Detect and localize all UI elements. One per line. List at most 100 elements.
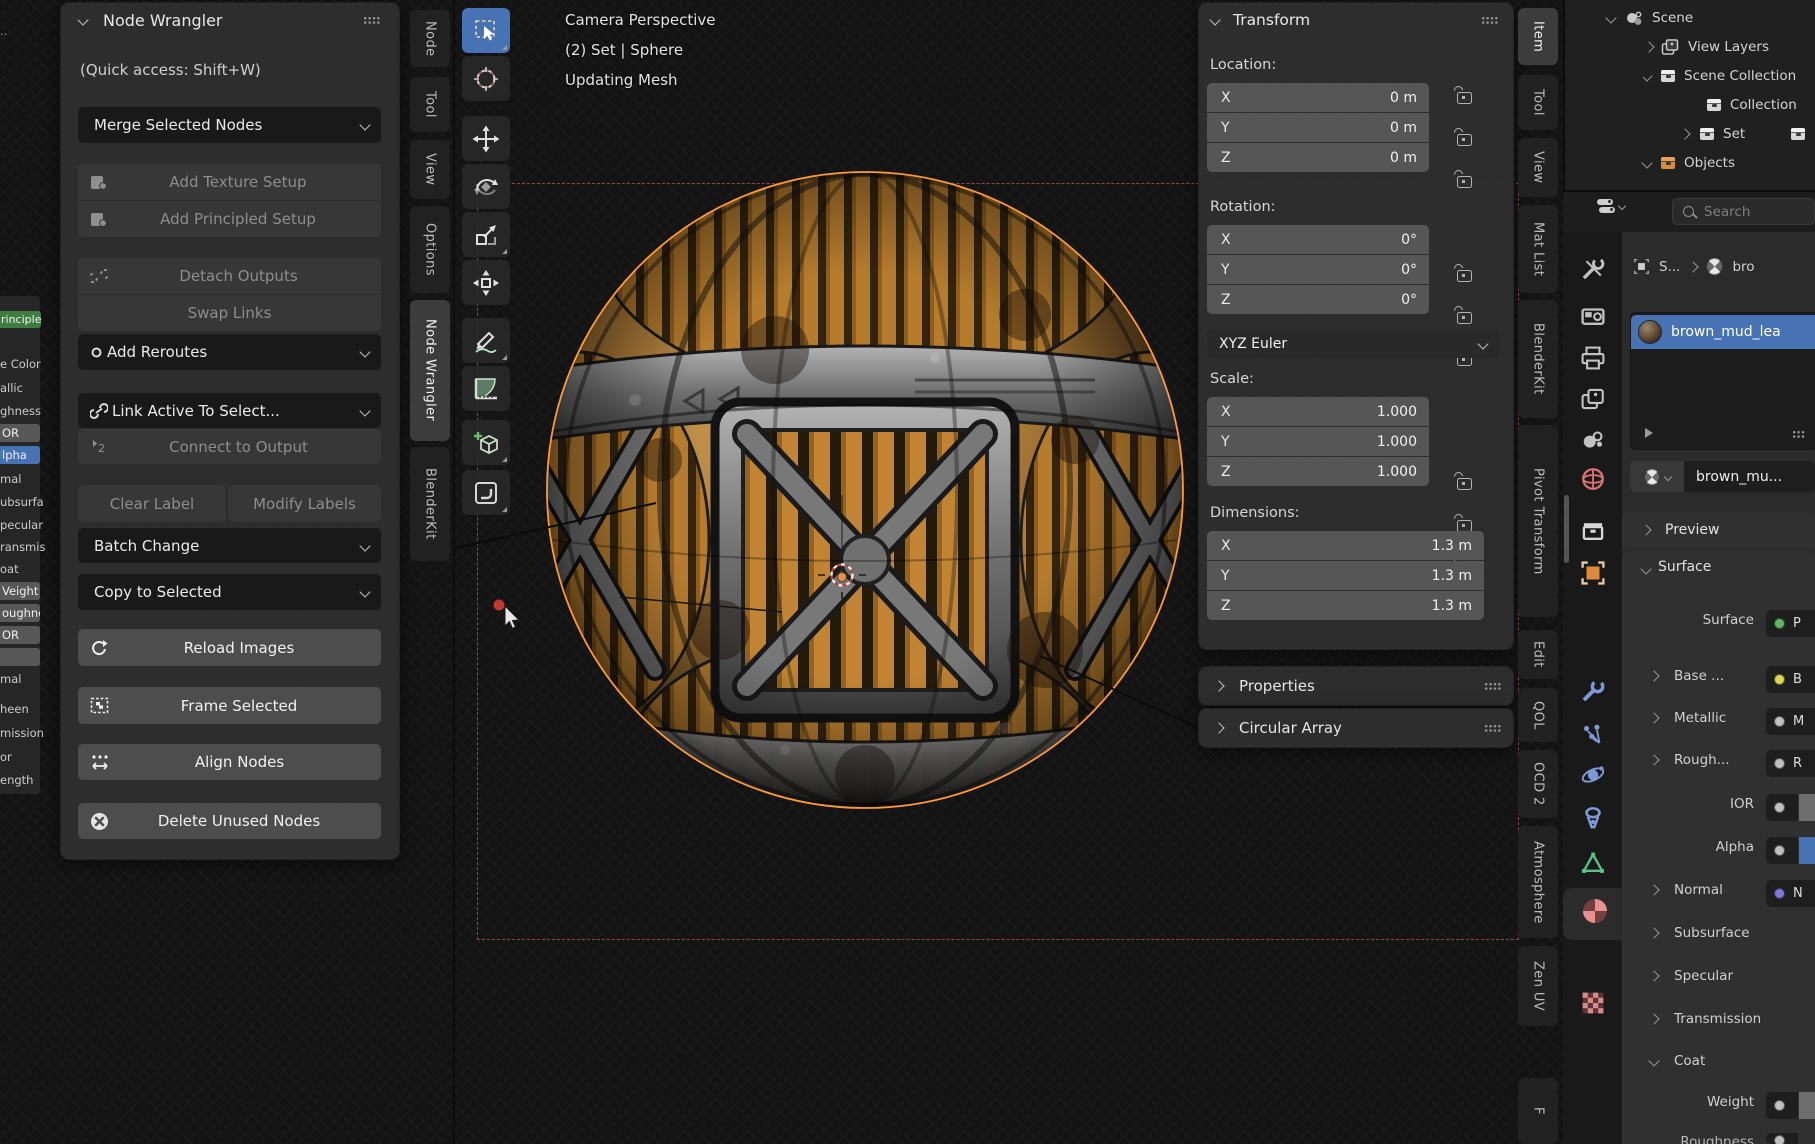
copy-to-selected-dropdown[interactable]: Copy to Selected <box>78 574 381 610</box>
outliner-row-collection[interactable]: Collection <box>1707 90 1815 119</box>
slot-list-expand-icon[interactable] <box>1643 427 1655 439</box>
expand-chevron-icon[interactable] <box>1605 12 1616 23</box>
nav-tab-world[interactable] <box>1580 466 1606 496</box>
search-box[interactable] <box>1672 198 1815 225</box>
batch-change-dropdown[interactable]: Batch Change <box>78 528 381 563</box>
rotate-tool-button[interactable] <box>462 164 510 209</box>
material-name-field[interactable]: brown_mu... <box>1684 461 1815 492</box>
tab-tool-right[interactable]: Tool <box>1518 75 1558 130</box>
tab-view-right[interactable]: View <box>1518 138 1558 197</box>
panel-title[interactable]: Node Wrangler <box>103 11 223 30</box>
tab-mat-list[interactable]: Mat List <box>1518 205 1558 293</box>
expand-chevron-icon[interactable] <box>1643 70 1653 81</box>
tab-partial-bottom[interactable]: F <box>1518 1078 1558 1144</box>
properties-collapsed-panel[interactable]: Properties <box>1198 666 1514 706</box>
tab-node[interactable]: Node <box>410 10 450 67</box>
alpha-socket-button[interactable] <box>1766 837 1798 864</box>
node-slider[interactable]: OR <box>0 626 40 644</box>
nav-tab-object-data[interactable] <box>1580 850 1606 880</box>
add-principled-setup-button[interactable]: Add Principled Setup <box>78 201 381 237</box>
tab-qol[interactable]: QOL <box>1518 688 1558 742</box>
expand-chevron-icon[interactable] <box>1643 41 1654 52</box>
tab-edit[interactable]: Edit <box>1518 630 1558 679</box>
material-browse-button[interactable] <box>1630 461 1684 492</box>
frame-selected-button[interactable]: Frame Selected <box>78 687 381 724</box>
expand-chevron-icon[interactable] <box>1648 712 1659 723</box>
ior-socket-button[interactable] <box>1766 794 1798 821</box>
roughness-value[interactable]: R <box>1766 750 1815 777</box>
expand-chevron-icon[interactable] <box>1648 927 1659 938</box>
tab-tool[interactable]: Tool <box>410 77 450 132</box>
breadcrumb-material-name[interactable]: bro <box>1732 259 1754 275</box>
ior-slider[interactable] <box>1799 794 1815 821</box>
align-nodes-button[interactable]: Align Nodes <box>78 744 381 780</box>
scale-y-field[interactable]: Y 1.000 <box>1207 427 1429 456</box>
nav-tab-view-layer[interactable] <box>1580 386 1606 416</box>
nav-tab-scene[interactable] <box>1580 426 1606 456</box>
specular-row[interactable]: Specular <box>1650 968 1733 984</box>
nav-tab-output[interactable] <box>1580 345 1606 375</box>
lock-icon[interactable] <box>1457 270 1472 282</box>
lock-icon[interactable] <box>1457 176 1472 188</box>
rotation-z-field[interactable]: Z 0° <box>1207 285 1429 314</box>
editor-divider[interactable] <box>453 0 455 1144</box>
circular-array-collapsed-panel[interactable]: Circular Array <box>1198 708 1514 748</box>
tab-node-wrangler[interactable]: Node Wrangler <box>410 300 450 441</box>
nav-tab-collection[interactable] <box>1580 518 1606 548</box>
metallic-value[interactable]: M <box>1766 708 1815 735</box>
dimensions-y-field[interactable]: Y 1.3 m <box>1207 561 1484 590</box>
dimensions-x-field[interactable]: X 1.3 m <box>1207 531 1484 560</box>
nav-tab-constraints[interactable] <box>1580 805 1606 835</box>
base-color-value[interactable]: B <box>1766 666 1815 693</box>
subsurface-row[interactable]: Subsurface <box>1650 925 1750 941</box>
nav-tab-material[interactable] <box>1580 896 1610 930</box>
base-color-row[interactable]: Base ... <box>1650 668 1724 684</box>
metallic-row[interactable]: Metallic <box>1650 710 1726 726</box>
measure-tool-button[interactable] <box>462 366 510 411</box>
tab-zen-uv[interactable]: Zen UV <box>1518 946 1558 1026</box>
lock-icon[interactable] <box>1457 92 1472 104</box>
lock-icon[interactable] <box>1457 312 1472 324</box>
tab-pivot-transform[interactable]: Pivot Transform <box>1518 425 1558 617</box>
rotation-y-field[interactable]: Y 0° <box>1207 255 1429 284</box>
material-slot-selected[interactable]: brown_mud_lea <box>1631 315 1815 349</box>
tab-item[interactable]: Item <box>1518 8 1558 65</box>
editor-type-button[interactable] <box>1597 199 1625 213</box>
transform-tool-button[interactable] <box>462 260 510 305</box>
delete-unused-nodes-button[interactable]: Delete Unused Nodes <box>78 803 381 839</box>
nav-tab-modifiers[interactable] <box>1580 678 1606 708</box>
annotate-tool-button[interactable] <box>462 318 510 363</box>
preview-section-header[interactable]: Preview <box>1622 512 1815 548</box>
detach-outputs-button[interactable]: Detach Outputs <box>78 258 381 294</box>
tab-ocd2[interactable]: OCD 2 <box>1518 750 1558 818</box>
weight-slider[interactable] <box>1799 1092 1815 1119</box>
tab-blenderkit[interactable]: BlenderKit <box>410 447 450 561</box>
sphere-object[interactable] <box>485 110 1245 870</box>
lock-icon[interactable] <box>1457 478 1472 490</box>
expand-chevron-icon[interactable] <box>1648 670 1659 681</box>
transmission-row[interactable]: Transmission <box>1650 1011 1761 1027</box>
lock-icon[interactable] <box>1457 134 1472 146</box>
slot-list-drag-icon[interactable] <box>1792 430 1806 438</box>
search-input[interactable] <box>1702 203 1796 221</box>
panel-collapse-chevron-icon[interactable] <box>77 14 88 25</box>
expand-chevron-icon[interactable] <box>1641 157 1652 168</box>
swap-links-button[interactable]: Swap Links <box>78 295 381 331</box>
tab-blenderkit-right[interactable]: BlenderKit <box>1518 300 1558 418</box>
nav-tab-object[interactable] <box>1580 560 1606 590</box>
outliner-row-scene[interactable]: Scene <box>1607 3 1693 32</box>
nav-tab-render[interactable] <box>1580 303 1606 333</box>
outliner-row-view-layers[interactable]: View Layers <box>1645 32 1769 61</box>
node-slider[interactable]: Veight <box>0 582 40 600</box>
move-tool-button[interactable] <box>462 116 510 161</box>
outliner-row-set[interactable]: Set <box>1681 119 1815 148</box>
weight-socket-button[interactable] <box>1766 1092 1798 1119</box>
breadcrumb-object-name[interactable]: S... <box>1659 259 1680 275</box>
nav-scrollbar-thumb[interactable] <box>1564 495 1569 563</box>
node-slider[interactable]: oughnes <box>0 604 40 622</box>
coat-row[interactable]: Coat <box>1650 1053 1705 1069</box>
link-active-to-selected-dropdown[interactable]: Link Active To Select... <box>78 393 381 428</box>
alpha-slider[interactable] <box>1799 837 1815 864</box>
node-header-principled[interactable]: rincipled <box>0 311 41 328</box>
expand-chevron-icon[interactable] <box>1648 884 1659 895</box>
